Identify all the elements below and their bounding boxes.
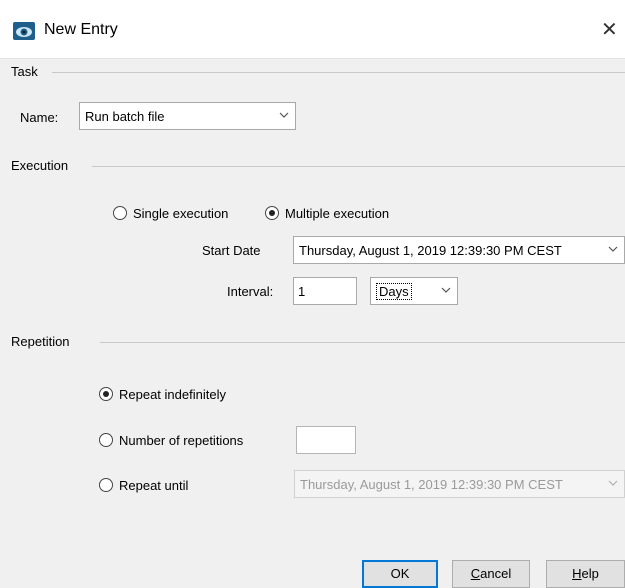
help-button-label: Help: [572, 566, 599, 581]
task-section-divider: [52, 72, 625, 73]
name-combobox-value: Run batch file: [85, 109, 165, 124]
interval-value: 1: [298, 284, 306, 299]
name-label: Name:: [20, 110, 59, 125]
start-date-label: Start Date: [202, 243, 261, 258]
number-of-repetitions-radio[interactable]: [99, 433, 113, 447]
repeat-until-value: Thursday, August 1, 2019 12:39:30 PM CES…: [300, 477, 563, 492]
multiple-execution-radio[interactable]: [265, 206, 279, 220]
ok-button[interactable]: OK: [362, 560, 438, 588]
cancel-button[interactable]: Cancel: [452, 560, 530, 588]
radio-selected-dot: [269, 210, 275, 216]
cancel-button-label: Cancel: [470, 566, 512, 581]
radio-selected-dot: [103, 391, 109, 397]
repetition-section-divider: [100, 342, 625, 343]
repeat-until-radio[interactable]: [99, 478, 113, 492]
repeat-until-label[interactable]: Repeat until: [119, 478, 188, 493]
interval-input[interactable]: 1: [293, 277, 357, 305]
number-of-repetitions-input[interactable]: [296, 426, 356, 454]
repeat-indefinitely-radio[interactable]: [99, 387, 113, 401]
interval-unit-value: Days: [376, 283, 412, 300]
execution-section-label: Execution: [11, 158, 69, 173]
execution-section-divider: [92, 166, 625, 167]
app-eye-icon: [13, 22, 35, 40]
chevron-down-icon: [441, 287, 451, 293]
close-icon[interactable]: ✕: [601, 18, 625, 42]
repeat-until-date-picker[interactable]: Thursday, August 1, 2019 12:39:30 PM CES…: [294, 470, 625, 498]
start-date-value: Thursday, August 1, 2019 12:39:30 PM CES…: [299, 243, 562, 258]
title-bar: New Entry ✕: [0, 0, 625, 59]
chevron-down-icon: [608, 246, 618, 252]
chevron-down-icon: [608, 480, 618, 486]
single-execution-radio[interactable]: [113, 206, 127, 220]
chevron-down-icon: [279, 112, 289, 118]
repetition-section-label: Repetition: [11, 334, 70, 349]
start-date-picker[interactable]: Thursday, August 1, 2019 12:39:30 PM CES…: [293, 236, 625, 264]
single-execution-label[interactable]: Single execution: [133, 206, 228, 221]
help-button[interactable]: Help: [546, 560, 625, 588]
task-section-label: Task: [11, 64, 38, 79]
repeat-indefinitely-label[interactable]: Repeat indefinitely: [119, 387, 226, 402]
interval-label: Interval:: [227, 284, 274, 299]
multiple-execution-label[interactable]: Multiple execution: [285, 206, 389, 221]
interval-unit-combobox[interactable]: Days: [370, 277, 458, 305]
window-title: New Entry: [44, 21, 118, 38]
number-of-repetitions-label[interactable]: Number of repetitions: [119, 433, 243, 448]
name-combobox[interactable]: Run batch file: [79, 102, 296, 130]
ok-button-label: OK: [390, 566, 410, 581]
